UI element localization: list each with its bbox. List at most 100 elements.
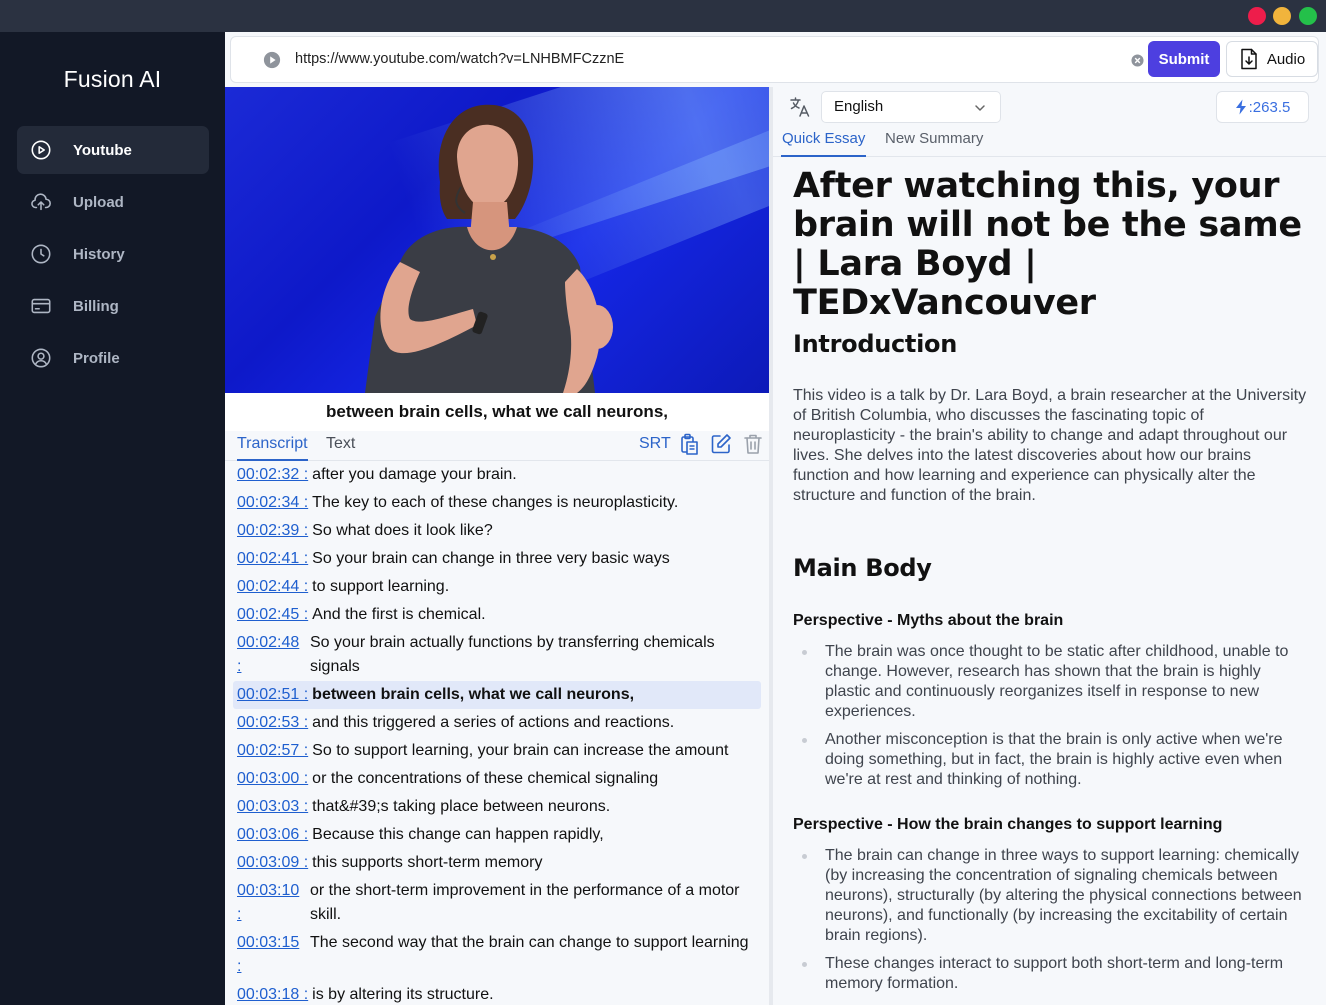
trash-icon[interactable] [742,433,764,455]
sidebar-item-upload[interactable]: Upload [17,178,209,226]
tab-new-summary[interactable]: New Summary [885,130,983,157]
transcript-text: or the concentrations of these chemical … [312,770,659,787]
credits-value: :263.5 [1248,98,1291,116]
summary-tabs: Quick Essay New Summary [773,127,1326,157]
summary-pane: English :263.5 Quick Essay New Summary A… [773,87,1326,1005]
perspective-1-points: The brain was once thought to be static … [793,642,1308,798]
language-value: English [834,98,884,115]
play-circle-icon [263,51,281,69]
clock-icon [29,242,53,266]
close-window-button[interactable] [1248,7,1266,25]
perspective-2-points: The brain can change in three ways to su… [793,846,1308,1002]
timestamp-link[interactable]: 00:02:44 : [237,575,308,599]
tab-text[interactable]: Text [326,435,355,461]
timestamp-link[interactable]: 00:02:34 : [237,491,308,515]
title-bar [0,0,1326,32]
timestamp-link[interactable]: 00:02:41 : [237,547,308,571]
transcript-row: 00:03:00 : or the concentrations of these… [233,767,761,791]
timestamp-link[interactable]: 00:03:15 : [237,931,306,979]
timestamp-link[interactable]: 00:03:18 : [237,983,308,1005]
intro-heading: Introduction [793,330,957,358]
transcript-text: to support learning. [312,578,450,595]
translate-icon [790,97,810,117]
transcript-text: So to support learning, your brain can i… [312,742,729,759]
srt-button[interactable]: SRT [639,435,671,453]
timestamp-link[interactable]: 00:02:53 : [237,711,308,735]
timestamp-link[interactable]: 00:03:10 : [237,879,306,927]
transcript-tabs: Transcript Text SRT [225,431,769,461]
transcript-text: So your brain actually functions by tran… [310,634,715,675]
timestamp-link[interactable]: 00:02:48 : [237,631,306,679]
transcript-row: 00:03:18 : is by altering its structure. [233,983,761,1005]
sidebar-item-billing[interactable]: Billing [17,282,209,330]
timestamp-link[interactable]: 00:02:39 : [237,519,308,543]
transcript-row: 00:02:51 : between brain cells, what we c… [233,681,761,709]
main-body-heading: Main Body [793,554,932,582]
transcript-row: 00:02:39 : So what does it look like? [233,519,761,543]
list-item: Another misconception is that the brain … [793,730,1308,790]
url-bar: https://www.youtube.com/watch?v=LNHBMFCz… [230,36,1319,83]
file-download-icon [1241,48,1257,70]
maximize-window-button[interactable] [1299,7,1317,25]
transcript-text: The key to each of these changes is neur… [312,494,679,511]
cloud-upload-icon [29,190,53,214]
clear-icon[interactable] [1131,54,1144,67]
timestamp-link[interactable]: 00:02:51 : [237,683,308,707]
audio-label: Audio [1266,50,1306,68]
transcript-row: 00:03:15 : The second way that the brain … [233,931,761,979]
lightning-icon [1235,99,1246,115]
transcript-text: Because this change can happen rapidly, [312,826,604,843]
timestamp-link[interactable]: 00:03:06 : [237,823,308,847]
brand-name: Fusion AI [63,66,162,92]
minimize-window-button[interactable] [1273,7,1291,25]
submit-button[interactable]: Submit [1148,41,1220,77]
timestamp-link[interactable]: 00:03:03 : [237,795,308,819]
language-select[interactable]: English [821,91,1001,123]
transcript-text: or the short-term improvement in the per… [310,882,740,923]
transcript-text: that&#39;s taking place between neurons. [312,798,611,815]
essay-content: After watching this, your brain will not… [793,166,1308,993]
chevron-down-icon [975,105,985,111]
timestamp-link[interactable]: 00:03:00 : [237,767,308,791]
tab-transcript[interactable]: Transcript [237,435,308,461]
transcript-row: 00:02:45 : And the first is chemical. [233,603,761,627]
list-item: The brain was once thought to be static … [793,642,1308,722]
transcript-row: 00:03:10 : or the short-term improvement … [233,879,761,927]
timestamp-link[interactable]: 00:02:32 : [237,463,308,487]
perspective-1-title: Perspective - Myths about the brain [793,612,1064,629]
timestamp-link[interactable]: 00:02:45 : [237,603,308,627]
list-item: These changes interact to support both s… [793,954,1308,994]
audio-button[interactable]: Audio [1226,41,1318,77]
sidebar-item-label: Upload [73,193,124,211]
transcript-row: 00:03:03 : that&#39;s taking place betwee… [233,795,761,819]
url-input[interactable]: https://www.youtube.com/watch?v=LNHBMFCz… [295,51,624,67]
main-content: https://www.youtube.com/watch?v=LNHBMFCz… [225,32,1326,1005]
speaker-figure [365,104,613,393]
transcript-list: 00:02:32 : after you damage your brain. 00… [225,463,769,1005]
transcript-row: 00:03:06 : Because this change can happen… [233,823,761,847]
transcript-text: and this triggered a series of actions a… [312,714,675,731]
timestamp-link[interactable]: 00:02:57 : [237,739,308,763]
sidebar-item-label: Youtube [73,141,132,159]
sidebar-item-label: Billing [73,297,119,315]
clipboard-icon[interactable] [678,433,700,455]
transcript-text: is by altering its structure. [312,986,494,1003]
sidebar-item-youtube[interactable]: Youtube [17,126,209,174]
app-window: Fusion AI Youtube Upload History Billing [0,0,1326,1005]
transcript-text: this supports short-term memory [312,854,543,871]
edit-icon[interactable] [710,433,732,455]
transcript-text: after you damage your brain. [312,466,517,483]
timestamp-link[interactable]: 00:03:09 : [237,851,308,875]
transcript-row: 00:03:09 : this supports short-term memor… [233,851,761,875]
tab-quick-essay[interactable]: Quick Essay [781,130,867,157]
user-circle-icon [29,346,53,370]
intro-text: This video is a talk by Dr. Lara Boyd, a… [793,387,1307,504]
credits-badge[interactable]: :263.5 [1216,91,1309,123]
video-player[interactable] [225,87,769,393]
sidebar-item-history[interactable]: History [17,230,209,278]
transcript-text: between brain cells, what we call neuron… [312,686,635,703]
list-item: The brain can change in three ways to su… [793,846,1308,946]
sidebar-item-profile[interactable]: Profile [17,334,209,382]
essay-title: After watching this, your brain will not… [793,166,1302,323]
credit-card-icon [29,294,53,318]
